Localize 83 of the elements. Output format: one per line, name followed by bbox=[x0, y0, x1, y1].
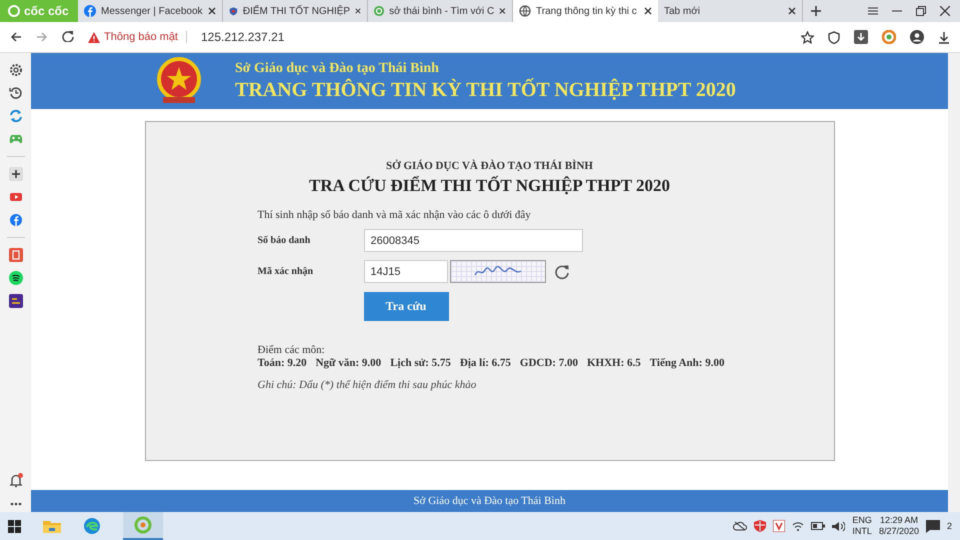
menu-icon[interactable] bbox=[868, 7, 878, 15]
antivirus-icon[interactable] bbox=[773, 520, 786, 532]
instruction-text: Thí sinh nhập số báo danh và mã xác nhận vào các ô dưới đây bbox=[258, 209, 532, 221]
speaker-icon[interactable] bbox=[832, 520, 846, 532]
browser-app-icon bbox=[134, 516, 152, 534]
account-icon[interactable] bbox=[910, 30, 924, 44]
leaf-icon bbox=[374, 5, 384, 17]
plus-icon bbox=[811, 6, 821, 16]
captcha-code-field[interactable]: 14J15 bbox=[364, 260, 448, 283]
subject-score: Toán: 9.20 bbox=[258, 357, 307, 369]
download-arrow-icon[interactable] bbox=[938, 30, 950, 44]
tab-title: Tab mới bbox=[664, 6, 702, 16]
logo-icon bbox=[8, 5, 20, 17]
note-text: Ghi chú: Dấu (*) thể hiện điểm thi sau phúc khảo bbox=[258, 379, 478, 391]
app-icon[interactable] bbox=[8, 248, 22, 262]
subject-score: GDCD: 7.00 bbox=[520, 357, 578, 369]
address-field[interactable]: 125.212.237.21 bbox=[201, 30, 284, 44]
action-center-icon[interactable] bbox=[926, 520, 940, 532]
folder-icon[interactable] bbox=[43, 519, 61, 533]
video-play-icon[interactable] bbox=[8, 190, 22, 204]
download-icon[interactable] bbox=[854, 30, 868, 44]
edge-browser-icon[interactable] bbox=[83, 517, 101, 535]
forward-arrow-icon bbox=[36, 32, 48, 42]
header-subtitle: Sở Giáo dục và Đào tạo Thái Bình bbox=[235, 60, 440, 77]
clock-time[interactable]: 12:29 AM bbox=[880, 515, 918, 526]
wifi-icon[interactable] bbox=[792, 521, 804, 531]
browser-tab[interactable]: Trang thông tin kỳ thi c bbox=[513, 0, 658, 22]
subject-score: Tiếng Anh: 9.00 bbox=[650, 357, 724, 369]
close-icon[interactable] bbox=[208, 7, 216, 15]
promo-icon[interactable] bbox=[8, 294, 22, 308]
subject-score: Địa lí: 6.75 bbox=[460, 357, 511, 369]
search-button[interactable]: Tra cứu bbox=[364, 292, 448, 321]
sync-arrows-icon[interactable] bbox=[8, 109, 22, 123]
close-icon[interactable] bbox=[644, 7, 652, 15]
clock-date[interactable]: 8/27/2020 bbox=[878, 526, 919, 537]
close-icon[interactable] bbox=[940, 6, 950, 16]
candidate-number-field[interactable]: 26008345 bbox=[364, 229, 582, 252]
reload-icon bbox=[62, 30, 74, 42]
field-label: Mã xác nhận bbox=[258, 266, 314, 277]
form-title: TRA CỨU ĐIỂM THI TỐT NGHIỆP THPT 2020 bbox=[308, 176, 672, 196]
field-label: Số báo danh bbox=[258, 235, 312, 246]
history-icon[interactable] bbox=[8, 86, 22, 100]
header-title: TRANG THÔNG TIN KỲ THI TỐT NGHIỆP THPT 2020 bbox=[235, 79, 736, 102]
warning-icon bbox=[88, 32, 100, 42]
shield-icon[interactable] bbox=[828, 30, 840, 44]
tab-title: Trang thông tin kỳ thi c bbox=[536, 6, 638, 16]
agency-name: SỞ GIÁO DỤC VÀ ĐÀO TẠO THÁI BÌNH bbox=[385, 160, 594, 172]
back-arrow-icon bbox=[10, 32, 22, 42]
scrollbar[interactable] bbox=[948, 53, 960, 512]
gamepad-icon[interactable] bbox=[8, 132, 22, 146]
facebook-icon bbox=[84, 5, 96, 17]
cloud-icon[interactable] bbox=[733, 521, 748, 531]
globe-icon bbox=[519, 5, 531, 17]
taskbar-app-button[interactable] bbox=[123, 512, 163, 540]
facebook-icon[interactable] bbox=[8, 213, 22, 227]
tab-title: ĐIỂM THI TỐT NGHIỆP bbox=[242, 6, 350, 16]
subject-score: Ngữ văn: 9.00 bbox=[316, 357, 382, 369]
shield-icon bbox=[229, 5, 238, 17]
brand-name: cốc cốc bbox=[24, 4, 69, 18]
extension-icon[interactable] bbox=[882, 30, 896, 44]
restore-icon[interactable] bbox=[916, 6, 926, 16]
tab-title: sở thái bình - Tìm với C bbox=[389, 6, 494, 16]
music-app-icon[interactable] bbox=[8, 271, 22, 285]
security-label[interactable]: Thông báo mật bbox=[104, 31, 178, 43]
star-icon[interactable] bbox=[801, 30, 814, 44]
tab-title: Messenger | Facebook bbox=[101, 6, 203, 16]
notification-count[interactable]: 2 bbox=[946, 521, 952, 531]
more-icon[interactable] bbox=[10, 502, 22, 506]
add-icon[interactable] bbox=[8, 167, 22, 181]
subject-score: Lịch sử: 5.75 bbox=[390, 357, 451, 369]
scores-heading: Điểm các môn: bbox=[258, 344, 326, 356]
subject-score: KHXH: 6.5 bbox=[586, 357, 641, 369]
close-icon[interactable] bbox=[355, 7, 361, 15]
notification-bell-icon[interactable] bbox=[8, 473, 22, 488]
refresh-icon[interactable] bbox=[554, 264, 570, 280]
windows-start-icon[interactable] bbox=[8, 520, 21, 532]
keyboard-layout[interactable]: INTL bbox=[852, 526, 872, 537]
settings-icon[interactable] bbox=[8, 63, 22, 77]
footer-text: Sở Giáo dục và Đào tạo Thái Bình bbox=[31, 490, 948, 512]
close-icon[interactable] bbox=[499, 7, 506, 15]
close-icon[interactable] bbox=[788, 7, 796, 15]
battery-icon[interactable] bbox=[811, 522, 826, 530]
language-indicator[interactable]: ENG bbox=[852, 515, 872, 526]
